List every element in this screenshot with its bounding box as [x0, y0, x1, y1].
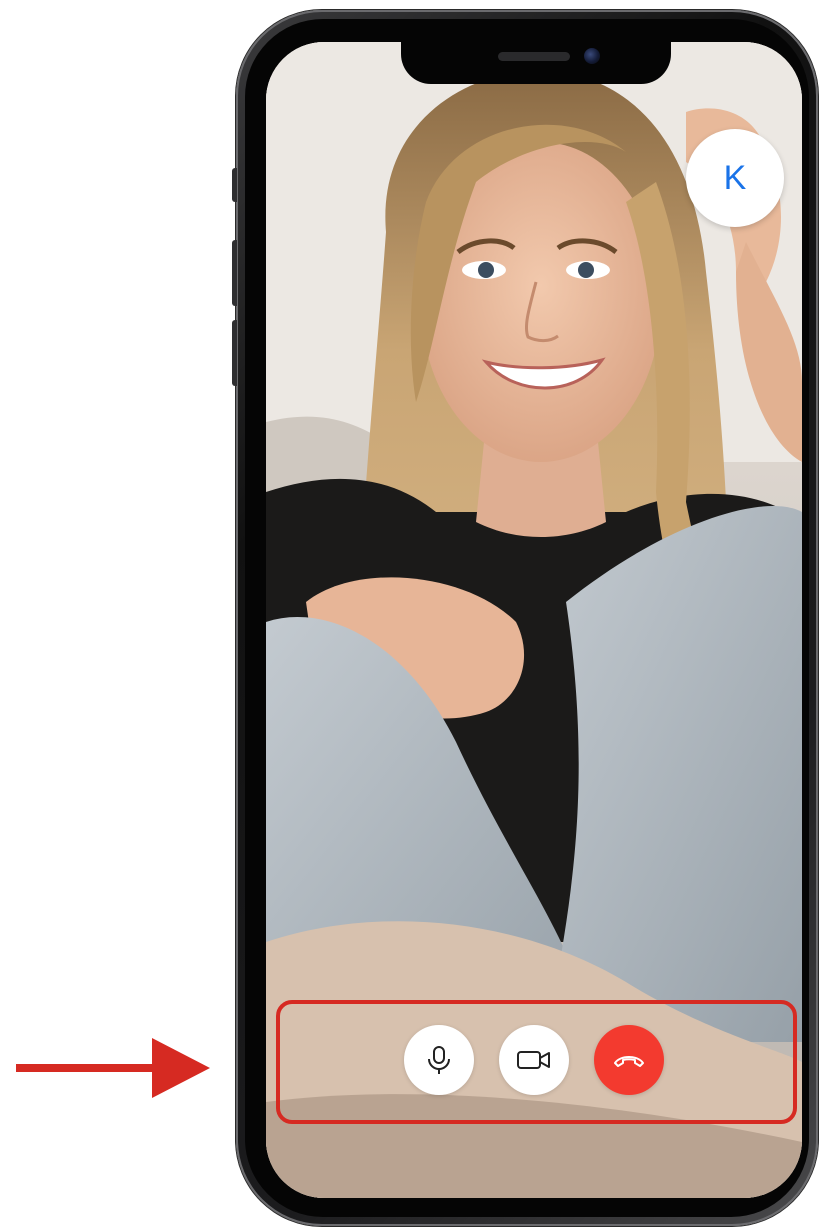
front-camera — [584, 48, 600, 64]
phone-notch — [401, 42, 671, 84]
mute-switch — [232, 168, 237, 202]
annotation-arrow — [16, 1038, 210, 1098]
avatar-initial: K — [723, 158, 747, 197]
volume-down-button — [232, 320, 237, 386]
earpiece-speaker — [498, 52, 570, 61]
stage: K — [0, 0, 825, 1230]
participant-avatar[interactable]: K — [686, 129, 784, 227]
controls-highlight-box — [276, 1000, 797, 1124]
volume-up-button — [232, 240, 237, 306]
